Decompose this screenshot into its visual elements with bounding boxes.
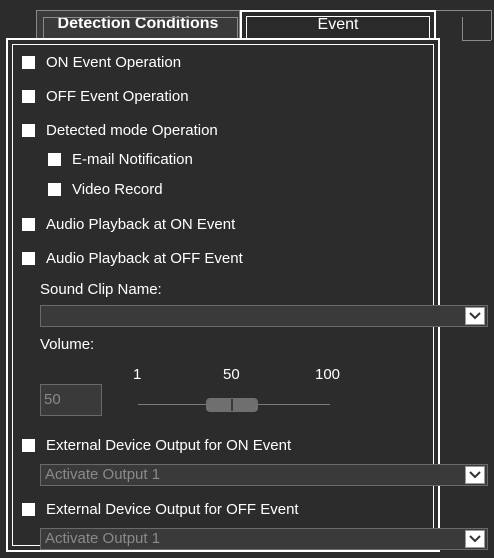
volume-value-input[interactable]: 50: [40, 384, 102, 416]
volume-value-text: 50: [44, 391, 61, 408]
external-off-output-select[interactable]: Activate Output 1: [40, 528, 488, 550]
on-event-operation-label: ON Event Operation: [46, 53, 182, 71]
detected-mode-operation-row[interactable]: Detected mode Operation: [22, 120, 218, 140]
external-off-event-label: External Device Output for OFF Event: [46, 500, 299, 518]
video-record-label: Video Record: [72, 180, 163, 198]
external-on-event-checkbox[interactable]: [22, 438, 35, 452]
volume-slider-thumb[interactable]: [206, 398, 258, 412]
video-record-row[interactable]: Video Record: [48, 179, 163, 199]
sound-clip-name-label: Sound Clip Name:: [40, 281, 162, 298]
audio-on-event-label: Audio Playback at ON Event: [46, 215, 236, 233]
video-record-checkbox[interactable]: [48, 182, 61, 196]
sound-clip-select[interactable]: [40, 305, 488, 327]
detected-mode-operation-checkbox[interactable]: [22, 123, 35, 137]
audio-off-event-row[interactable]: Audio Playback at OFF Event: [22, 248, 243, 268]
volume-tick-mid: 50: [223, 366, 240, 383]
tab-detection-conditions[interactable]: Detection Conditions: [36, 10, 240, 39]
audio-on-event-checkbox[interactable]: [22, 217, 35, 231]
external-on-event-row[interactable]: External Device Output for ON Event: [22, 435, 291, 455]
tab-strip: Detection Conditions Event: [0, 0, 494, 41]
on-event-operation-checkbox[interactable]: [22, 55, 35, 69]
off-event-operation-label: OFF Event Operation: [46, 87, 189, 105]
audio-on-event-row[interactable]: Audio Playback at ON Event: [22, 214, 235, 234]
audio-off-event-checkbox[interactable]: [22, 251, 35, 265]
external-on-output-select[interactable]: Activate Output 1: [40, 464, 488, 486]
email-notification-checkbox[interactable]: [48, 152, 61, 166]
external-off-event-checkbox[interactable]: [22, 502, 35, 516]
volume-label: Volume:: [40, 336, 95, 353]
external-off-event-row[interactable]: External Device Output for OFF Event: [22, 499, 299, 519]
detected-mode-operation-label: Detected mode Operation: [46, 121, 218, 139]
chevron-down-icon: [469, 535, 481, 543]
external-on-output-value: Activate Output 1: [45, 466, 161, 483]
event-settings-window: Detection Conditions Event ON Event Oper…: [0, 0, 494, 558]
external-on-event-label: External Device Output for ON Event: [46, 436, 292, 454]
tab-event[interactable]: Event: [240, 10, 436, 39]
tab-detection-frame: [43, 17, 238, 39]
volume-tick-max: 100: [315, 366, 341, 383]
email-notification-label: E-mail Notification: [72, 150, 193, 168]
external-off-dropdown-button[interactable]: [465, 530, 485, 548]
audio-off-event-label: Audio Playback at OFF Event: [46, 249, 243, 267]
chevron-down-icon: [469, 312, 481, 320]
tab-event-frame: [246, 16, 430, 39]
tab-strip-edge: [436, 10, 492, 41]
off-event-operation-checkbox[interactable]: [22, 89, 35, 103]
external-on-dropdown-button[interactable]: [465, 466, 485, 484]
chevron-down-icon: [469, 471, 481, 479]
email-notification-row[interactable]: E-mail Notification: [48, 149, 193, 169]
external-off-output-value: Activate Output 1: [45, 530, 161, 547]
on-event-operation-row[interactable]: ON Event Operation: [22, 52, 181, 72]
sound-clip-dropdown-button[interactable]: [465, 307, 485, 325]
off-event-operation-row[interactable]: OFF Event Operation: [22, 86, 189, 106]
volume-tick-min: 1: [133, 366, 142, 383]
